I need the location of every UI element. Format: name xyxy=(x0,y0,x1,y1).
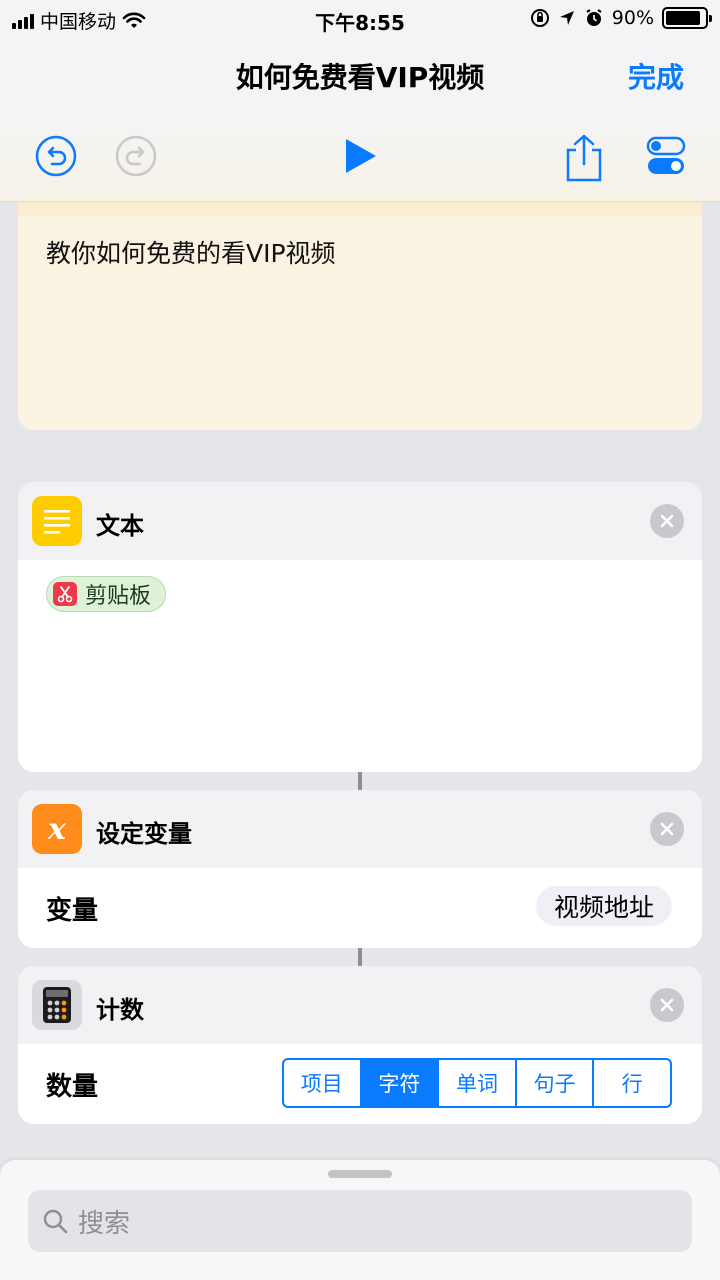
close-icon xyxy=(660,514,674,528)
status-right: 90% xyxy=(530,7,712,29)
action-connector xyxy=(358,772,362,790)
segment-sentences[interactable]: 句子 xyxy=(517,1060,595,1106)
clipboard-variable-token[interactable]: 剪贴板 xyxy=(46,576,167,612)
done-button[interactable]: 完成 xyxy=(628,56,684,96)
play-icon xyxy=(346,139,376,173)
segment-characters[interactable]: 字符 xyxy=(361,1060,440,1106)
nav-bar: 如何免费看VIP视频 完成 xyxy=(0,40,720,110)
text-icon xyxy=(32,496,82,546)
undo-icon xyxy=(35,135,77,177)
variable-label: 变量 xyxy=(46,896,99,926)
redo-icon xyxy=(115,135,157,177)
close-icon xyxy=(660,822,674,836)
count-label: 数量 xyxy=(46,1072,99,1102)
actions-bottom-sheet: 搜索 xyxy=(0,1160,720,1280)
calculator-icon xyxy=(32,980,82,1030)
segment-words[interactable]: 单词 xyxy=(439,1060,517,1106)
remove-text-action-button[interactable] xyxy=(650,504,684,538)
count-action-card[interactable]: 计数 数量 项目 字符 单词 句子 行 xyxy=(18,966,702,1124)
text-action-title: 文本 xyxy=(96,512,144,540)
run-button[interactable] xyxy=(338,134,382,178)
sheet-grabber[interactable] xyxy=(328,1170,392,1178)
count-type-segmented-control: 项目 字符 单词 句子 行 xyxy=(282,1058,672,1108)
remove-count-button[interactable] xyxy=(650,988,684,1022)
search-icon xyxy=(43,1209,68,1234)
count-header: 计数 xyxy=(18,966,702,1044)
orientation-lock-icon xyxy=(530,9,549,27)
comment-action-card[interactable]: 教你如何免费的看VIP视频 xyxy=(18,202,702,430)
text-action-card[interactable]: 文本 剪贴板 xyxy=(18,482,702,772)
variable-icon: x xyxy=(32,804,82,854)
share-icon xyxy=(566,134,602,182)
editor-toolbar xyxy=(0,110,720,202)
comment-text[interactable]: 教你如何免费的看VIP视频 xyxy=(46,234,336,270)
settings-toggle-icon xyxy=(646,136,686,174)
set-variable-action-card[interactable]: x 设定变量 变量 视频地址 xyxy=(18,790,702,948)
text-action-body[interactable]: 剪贴板 xyxy=(18,560,702,772)
text-action-header: 文本 xyxy=(18,482,702,560)
variable-name-field[interactable]: 视频地址 xyxy=(535,886,672,926)
count-title: 计数 xyxy=(96,996,144,1024)
set-variable-header: x 设定变量 xyxy=(18,790,702,868)
segment-items[interactable]: 项目 xyxy=(284,1060,362,1106)
set-variable-title: 设定变量 xyxy=(96,820,192,848)
status-bar: 中国移动 下午8:55 90% xyxy=(0,0,720,40)
clipboard-token-label: 剪贴板 xyxy=(85,584,152,609)
count-row: 数量 项目 字符 单词 句子 行 xyxy=(18,1044,702,1124)
segment-lines[interactable]: 行 xyxy=(594,1060,670,1106)
battery-fill xyxy=(666,11,701,25)
page-title: 如何免费看VIP视频 xyxy=(235,61,485,94)
set-variable-row: 变量 视频地址 xyxy=(18,868,702,948)
share-button[interactable] xyxy=(562,134,606,182)
undo-button[interactable] xyxy=(34,134,78,178)
location-icon xyxy=(559,11,574,25)
search-placeholder: 搜索 xyxy=(78,1208,131,1239)
scissors-icon xyxy=(53,582,77,606)
battery-percent: 90% xyxy=(611,7,654,29)
search-field[interactable]: 搜索 xyxy=(28,1190,692,1252)
action-connector xyxy=(358,948,362,966)
battery-icon xyxy=(662,7,712,29)
redo-button[interactable] xyxy=(114,134,158,178)
alarm-icon xyxy=(586,9,602,26)
settings-button[interactable] xyxy=(646,134,690,178)
close-icon xyxy=(660,998,674,1012)
remove-set-variable-button[interactable] xyxy=(650,812,684,846)
